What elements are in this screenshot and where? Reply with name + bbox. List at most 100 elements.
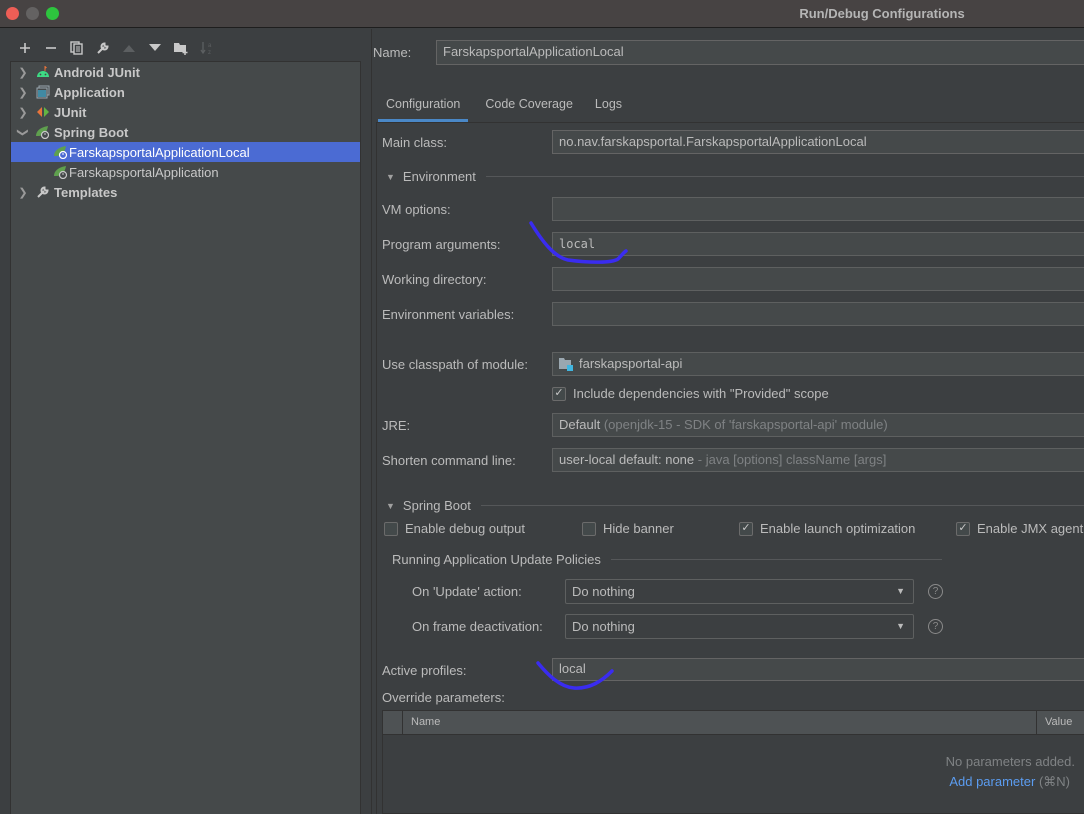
frame-deactivation-label: On frame deactivation: [412, 619, 543, 634]
tab-code-coverage[interactable]: Code Coverage [477, 95, 581, 121]
enable-jmx-agent-checkbox[interactable]: ✓ Enable JMX agent [956, 521, 1083, 536]
spring-boot-icon [35, 124, 51, 140]
new-folder-button[interactable] [168, 37, 194, 59]
chevron-right-icon[interactable]: ❯ [17, 86, 29, 99]
override-parameters-label: Override parameters: [382, 690, 505, 705]
tree-item-application[interactable]: ❯ Application [11, 82, 360, 102]
minimize-window-button[interactable] [26, 7, 39, 20]
checkbox-checked-icon: ✓ [956, 521, 970, 536]
enable-debug-output-checkbox[interactable]: Enable debug output [384, 521, 525, 536]
update-action-label: On 'Update' action: [412, 584, 522, 599]
include-provided-checkbox[interactable]: ✓ Include dependencies with "Provided" s… [552, 386, 829, 401]
checkbox-checked-icon: ✓ [552, 386, 566, 401]
classpath-module-label: Use classpath of module: [382, 357, 528, 372]
application-window-icon [35, 84, 51, 100]
close-window-button[interactable] [6, 7, 19, 20]
vm-options-label: VM options: [382, 202, 451, 217]
spring-boot-icon [53, 164, 69, 180]
add-configuration-button[interactable] [12, 37, 38, 59]
svg-text:z: z [208, 50, 211, 55]
module-folder-icon [559, 357, 573, 371]
column-header-value[interactable]: Value [1045, 716, 1072, 728]
environment-variables-label: Environment variables: [382, 307, 515, 322]
enable-launch-optimization-checkbox[interactable]: ✓ Enable launch optimization [739, 521, 915, 536]
program-arguments-input[interactable]: local [552, 232, 1084, 256]
title-bar: Run/Debug Configurations [0, 0, 1084, 28]
add-parameter-shortcut: (⌘N) [1038, 774, 1070, 789]
tree-item-junit[interactable]: ❯ JUnit [11, 102, 360, 122]
spring-boot-section-header[interactable]: ▼ Spring Boot [386, 498, 1084, 513]
environment-section-header[interactable]: ▼ Environment [386, 169, 1084, 184]
chevron-down-icon[interactable]: ❯ [17, 126, 30, 138]
update-policies-header: Running Application Update Policies [392, 552, 942, 567]
working-directory-label: Working directory: [382, 272, 487, 287]
override-parameters-table: Name Value No parameters added. Add para… [382, 710, 1084, 814]
name-label: Name: [373, 45, 412, 60]
sort-button[interactable]: az [194, 37, 220, 59]
configurations-toolbar: az [12, 37, 220, 59]
copy-configuration-button[interactable] [64, 37, 90, 59]
shorten-command-line-select[interactable]: user-local default: none - java [options… [552, 448, 1084, 472]
plus-icon [20, 43, 30, 53]
wrench-icon [97, 42, 109, 54]
environment-variables-input[interactable] [552, 302, 1084, 326]
maximize-window-button[interactable] [46, 7, 59, 20]
main-class-label: Main class: [382, 135, 448, 150]
move-up-button[interactable] [116, 37, 142, 59]
section-divider [485, 176, 1084, 177]
checkbox-unchecked-icon [582, 521, 596, 536]
configurations-panel: az ❯ Android JUnit ❯ Application ❯ JUnit… [0, 29, 372, 814]
update-action-select[interactable]: Do nothing ▼ [565, 579, 914, 604]
help-icon[interactable]: ? [928, 584, 943, 599]
help-icon[interactable]: ? [928, 619, 943, 634]
program-arguments-label: Program arguments: [382, 237, 501, 252]
collapse-triangle-icon: ▼ [386, 171, 395, 182]
jre-select[interactable]: Default (openjdk-15 - SDK of 'farskapspo… [552, 413, 1084, 437]
move-down-button[interactable] [142, 37, 168, 59]
tree-item-farskapsportal-application[interactable]: FarskapsportalApplication [11, 162, 360, 182]
dropdown-arrow-icon: ▼ [896, 586, 905, 596]
tree-item-templates[interactable]: ❯ Templates [11, 182, 360, 202]
classpath-module-select[interactable]: farskapsportal-api [552, 352, 1084, 376]
main-class-input[interactable]: no.nav.farskapsportal.FarskapsportalAppl… [552, 130, 1084, 154]
tree-item-farskapsportal-application-local[interactable]: FarskapsportalApplicationLocal [11, 142, 360, 162]
section-divider [610, 559, 942, 560]
empty-table-text: No parameters added. [945, 754, 1075, 769]
checkbox-checked-icon: ✓ [739, 521, 753, 536]
dropdown-arrow-icon: ▼ [896, 621, 905, 631]
tree-item-android-junit[interactable]: ❯ Android JUnit [11, 62, 360, 82]
tab-logs[interactable]: Logs [587, 95, 630, 121]
column-separator[interactable] [1036, 711, 1037, 735]
shorten-command-line-label: Shorten command line: [382, 453, 516, 468]
vm-options-input[interactable] [552, 197, 1084, 221]
tab-configuration[interactable]: Configuration [378, 95, 469, 122]
arrow-up-icon [123, 45, 135, 52]
wrench-icon [35, 184, 51, 200]
collapse-triangle-icon: ▼ [386, 500, 395, 511]
remove-configuration-button[interactable] [38, 37, 64, 59]
column-separator [402, 711, 403, 735]
svg-text:a: a [208, 43, 212, 49]
window-title: Run/Debug Configurations [799, 6, 965, 21]
spring-boot-icon [53, 144, 69, 160]
frame-deactivation-select[interactable]: Do nothing ▼ [565, 614, 914, 639]
junit-icon [35, 104, 51, 120]
edit-defaults-button[interactable] [90, 37, 116, 59]
configuration-editor: Name: FarskapsportalApplicationLocal Con… [372, 29, 1084, 814]
android-icon [35, 64, 51, 80]
tree-item-spring-boot[interactable]: ❯ Spring Boot [11, 122, 360, 142]
section-divider [480, 505, 1084, 506]
chevron-right-icon[interactable]: ❯ [17, 66, 29, 79]
chevron-right-icon[interactable]: ❯ [17, 106, 29, 119]
name-input[interactable]: FarskapsportalApplicationLocal [436, 40, 1084, 65]
active-profiles-input[interactable]: local [552, 658, 1084, 681]
chevron-right-icon[interactable]: ❯ [17, 186, 29, 199]
column-header-name[interactable]: Name [411, 716, 440, 728]
jre-label: JRE: [382, 418, 411, 433]
active-profiles-label: Active profiles: [382, 663, 467, 678]
arrow-down-icon [149, 44, 161, 51]
working-directory-input[interactable] [552, 267, 1084, 291]
add-parameter-row: Add parameter (⌘N) [949, 774, 1070, 790]
hide-banner-checkbox[interactable]: Hide banner [582, 521, 674, 536]
add-parameter-link[interactable]: Add parameter [949, 774, 1035, 789]
